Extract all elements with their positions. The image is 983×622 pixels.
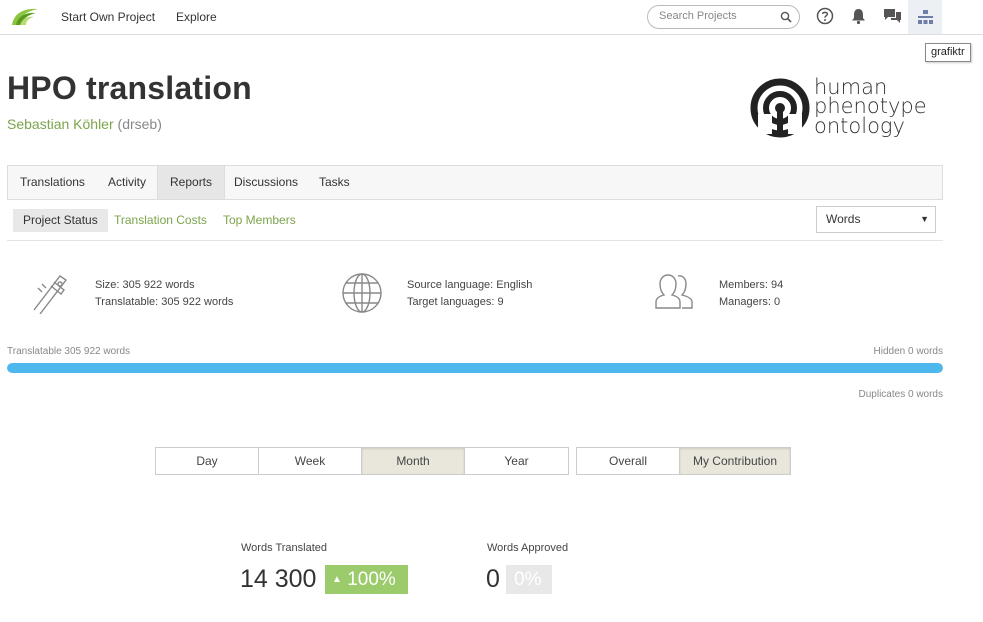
translation-progress-bar (7, 363, 943, 373)
period-year-button[interactable]: Year (465, 448, 568, 474)
translatable-text: Translatable: 305 922 words (95, 296, 234, 308)
size-text: Size: 305 922 words (95, 279, 195, 291)
tab-translations[interactable]: Translations (8, 166, 97, 199)
period-month-button[interactable]: Month (362, 448, 465, 474)
unit-select[interactable]: Words ▼ (816, 206, 936, 233)
managers-text: Managers: 0 (719, 296, 781, 308)
search-box[interactable] (647, 5, 800, 29)
owner-name-link[interactable]: Sebastian Köhler (7, 116, 114, 132)
explore-link[interactable]: Explore (176, 10, 217, 24)
help-icon[interactable] (816, 7, 834, 25)
words-approved-change-badge: 0% (506, 565, 552, 594)
globe-icon (342, 273, 382, 313)
user-tree-icon (918, 10, 933, 24)
period-day-button[interactable]: Day (156, 448, 259, 474)
period-week-button[interactable]: Week (259, 448, 362, 474)
arrow-up-icon: ▲ (332, 574, 342, 585)
owner-handle: (drseb) (117, 116, 162, 132)
hpo-logo-line-3: ontology (814, 114, 905, 138)
report-subtabs: Project Status Translation Costs Top Mem… (7, 205, 943, 241)
target-languages-text: Target languages: 9 (407, 296, 504, 308)
members-icon (655, 274, 693, 309)
subtab-translation-costs[interactable]: Translation Costs (104, 209, 217, 232)
search-input[interactable] (659, 10, 779, 22)
unit-select-value: Words (826, 212, 861, 226)
scope-my-contribution-button[interactable]: My Contribution (680, 448, 790, 474)
caliper-icon (33, 275, 68, 314)
words-translated-change: 100% (347, 569, 396, 590)
source-language-text: Source language: English (407, 279, 533, 291)
tab-reports[interactable]: Reports (157, 166, 226, 199)
words-translated-label: Words Translated (241, 542, 328, 554)
words-approved-change: 0% (514, 569, 542, 590)
hpo-logo: human phenotype ontology (750, 75, 927, 138)
chevron-down-icon: ▼ (920, 214, 929, 224)
words-translated-change-badge: ▲ 100% (325, 565, 408, 594)
bell-icon[interactable] (850, 7, 867, 25)
words-translated-value: 14 300 (240, 565, 317, 593)
subtab-top-members[interactable]: Top Members (213, 209, 306, 232)
scope-overall-button[interactable]: Overall (577, 448, 680, 474)
period-button-group: Day Week Month Year (155, 447, 569, 475)
crowdin-logo-icon[interactable] (8, 5, 40, 29)
duplicates-words-label: Duplicates 0 words (858, 389, 943, 400)
project-owner: Sebastian Köhler (drseb) (7, 116, 162, 132)
project-tabs: Translations Activity Reports Discussion… (7, 165, 943, 200)
chat-icon[interactable] (883, 7, 902, 25)
start-own-project-link[interactable]: Start Own Project (61, 10, 155, 24)
size-stat: Size: 305 922 words Translatable: 305 92… (95, 277, 233, 311)
top-bar: Start Own Project Explore (0, 0, 983, 35)
user-tooltip: grafiktr (925, 43, 971, 62)
search-icon[interactable] (780, 11, 792, 23)
members-text: Members: 94 (719, 279, 784, 291)
words-approved-label: Words Approved (487, 542, 569, 554)
project-title: HPO translation (7, 70, 252, 106)
user-menu-button[interactable] (908, 0, 942, 34)
tab-activity[interactable]: Activity (96, 166, 158, 199)
language-stat: Source language: English Target language… (407, 277, 532, 311)
hidden-words-label: Hidden 0 words (873, 346, 943, 357)
translatable-words-label: Translatable 305 922 words (7, 346, 131, 357)
tab-discussions[interactable]: Discussions (222, 166, 310, 199)
members-stat: Members: 94 Managers: 0 (719, 277, 783, 311)
scope-button-group: Overall My Contribution (576, 447, 791, 475)
subtab-project-status[interactable]: Project Status (13, 209, 108, 232)
words-approved-value: 0 (486, 565, 500, 593)
progress-fill (7, 363, 943, 373)
tab-tasks[interactable]: Tasks (307, 166, 362, 199)
